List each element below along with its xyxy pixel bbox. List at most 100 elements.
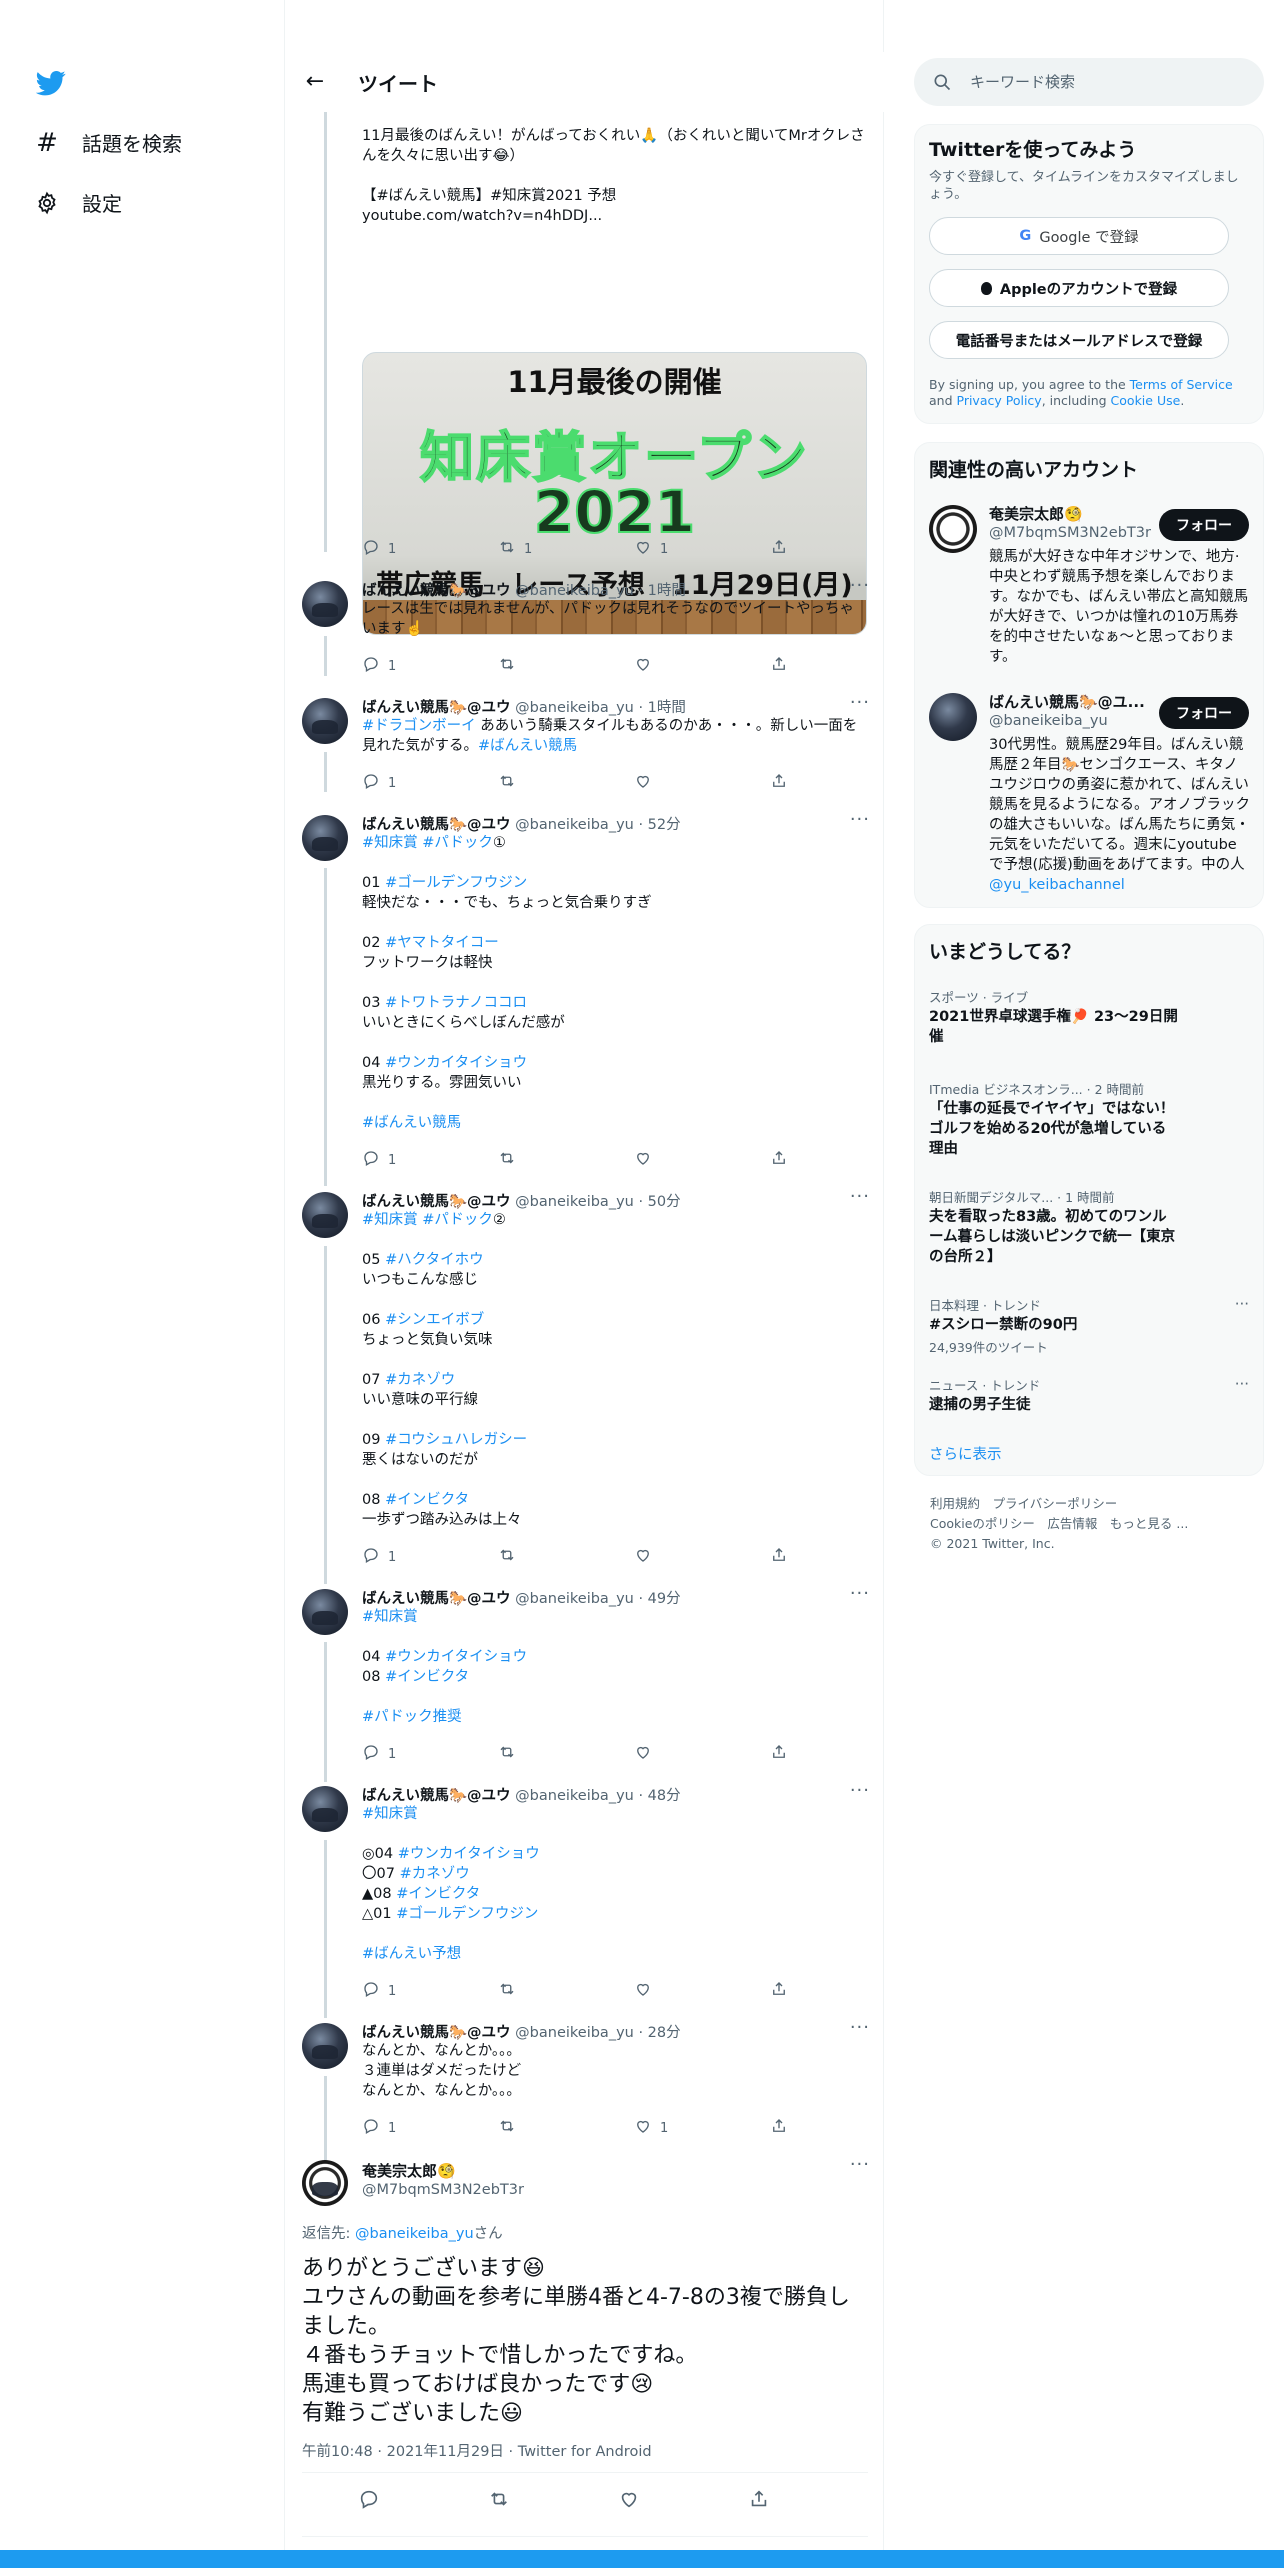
retweet-button[interactable] bbox=[498, 655, 524, 677]
cookie-link[interactable]: Cookie Use bbox=[1111, 393, 1181, 408]
privacy-link[interactable]: Privacy Policy bbox=[957, 393, 1042, 408]
share-button[interactable] bbox=[770, 1149, 788, 1171]
like-button[interactable] bbox=[634, 1546, 660, 1568]
reply-icon[interactable] bbox=[358, 2488, 380, 2514]
reply-button[interactable]: 1 bbox=[362, 1980, 396, 2002]
reply-button[interactable]: 1 bbox=[362, 1546, 396, 1568]
account-handle[interactable]: @M7bqmSM3N2ebT3r bbox=[989, 525, 1151, 541]
hashtag-link[interactable]: #ウンカイタイショウ bbox=[398, 1846, 540, 1862]
author-handle[interactable]: @baneikeiba_yu · 1時間 bbox=[515, 700, 686, 716]
share-button[interactable] bbox=[770, 655, 788, 677]
share-icon[interactable] bbox=[748, 2488, 770, 2514]
hashtag-link[interactable]: #ばんえい競馬 bbox=[478, 738, 577, 754]
hashtag-link[interactable]: #ハクタイホウ bbox=[385, 1252, 484, 1268]
author-handle[interactable]: @baneikeiba_yu · 50分 bbox=[515, 1194, 680, 1210]
retweet-icon[interactable] bbox=[488, 2488, 510, 2514]
reply-button[interactable]: 1 bbox=[362, 538, 396, 560]
hashtag-link[interactable]: #トワトラナノココロ bbox=[385, 995, 527, 1011]
author-name[interactable]: 奄美宗太郎🧐 bbox=[362, 2160, 456, 2181]
avatar[interactable] bbox=[302, 2023, 348, 2069]
hashtag-link[interactable]: #カネゾウ bbox=[385, 1372, 455, 1388]
tweet[interactable]: ばんえい競馬🐎@ユウ @baneikeiba_yu · 28分 ··· なんとか… bbox=[286, 2009, 884, 2146]
author-handle[interactable]: @baneikeiba_yu · 52分 bbox=[515, 817, 680, 833]
search-box[interactable] bbox=[914, 58, 1264, 106]
hashtag-link[interactable]: #知床賞 #パドック bbox=[362, 835, 493, 851]
share-button[interactable] bbox=[770, 1546, 788, 1568]
more-icon[interactable]: ··· bbox=[850, 2154, 870, 2175]
retweet-button[interactable] bbox=[498, 1546, 524, 1568]
author-name[interactable]: ばんえい競馬🐎@ユウ bbox=[362, 1591, 511, 1607]
hashtag-link[interactable]: #インビクタ bbox=[396, 1886, 480, 1902]
author-handle[interactable]: @baneikeiba_yu · 1時間 bbox=[515, 583, 686, 599]
hashtag-link[interactable]: #知床賞 #パドック bbox=[362, 1212, 493, 1228]
nav-explore[interactable]: # 話題を検索 bbox=[34, 128, 182, 158]
reply-button[interactable]: 1 bbox=[362, 772, 396, 794]
hashtag-link[interactable]: #ウンカイタイショウ bbox=[385, 1649, 527, 1665]
more-icon[interactable]: ··· bbox=[850, 1780, 870, 1801]
hashtag-link[interactable]: #ばんえい競馬 bbox=[362, 1115, 461, 1131]
account-handle[interactable]: @baneikeiba_yu bbox=[989, 713, 1108, 729]
hashtag-link[interactable]: #ばんえい予想 bbox=[362, 1946, 461, 1962]
back-arrow-icon[interactable]: ← bbox=[300, 66, 330, 96]
like-button[interactable] bbox=[634, 655, 660, 677]
hashtag-link[interactable]: #カネゾウ bbox=[400, 1866, 470, 1882]
hashtag-link[interactable]: #パドック推奨 bbox=[362, 1709, 462, 1725]
hashtag-link[interactable]: #ウンカイタイショウ bbox=[385, 1055, 527, 1071]
tweet[interactable]: ばんえい競馬🐎@ユウ @baneikeiba_yu · 1時間 ··· レースは… bbox=[286, 567, 884, 684]
tweet[interactable]: ばんえい競馬🐎@ユウ @baneikeiba_yu · 48分 ··· #知床賞… bbox=[286, 1772, 884, 2009]
bio-mention-link[interactable]: @yu_keibachannel bbox=[989, 877, 1125, 893]
google-signup-button[interactable]: G Google で登録 bbox=[929, 217, 1229, 255]
tweet[interactable]: ばんえい競馬🐎@ユウ @baneikeiba_yu · 49分 ··· #知床賞… bbox=[286, 1575, 884, 1772]
reply-to-link[interactable]: @baneikeiba_yu bbox=[355, 2226, 474, 2242]
retweet-button[interactable] bbox=[498, 772, 524, 794]
reply-button[interactable]: 1 bbox=[362, 2117, 396, 2139]
twitter-logo-icon[interactable] bbox=[36, 68, 66, 98]
reply-button[interactable]: 1 bbox=[362, 1743, 396, 1765]
follow-button[interactable]: フォロー bbox=[1159, 697, 1249, 729]
more-icon[interactable]: ··· bbox=[850, 1186, 870, 1207]
more-icon[interactable]: ··· bbox=[850, 1583, 870, 1604]
hashtag-link[interactable]: #知床賞 bbox=[362, 1806, 418, 1822]
tweet[interactable]: 11月最後のばんえい！がんばっておくれい🙏（おくれいと聞いてMrオクレさんを久々… bbox=[286, 112, 884, 635]
retweet-button[interactable] bbox=[498, 2117, 524, 2139]
like-icon[interactable] bbox=[618, 2488, 640, 2514]
author-handle[interactable]: @M7bqmSM3N2ebT3r bbox=[362, 2182, 524, 2198]
author-name[interactable]: ばんえい競馬🐎@ユウ bbox=[362, 1788, 511, 1804]
show-more-link[interactable]: さらに表示 bbox=[929, 1443, 1002, 1464]
author-name[interactable]: ばんえい競馬🐎@ユウ bbox=[362, 583, 511, 599]
reply-button[interactable]: 1 bbox=[362, 655, 396, 677]
more-icon[interactable]: ··· bbox=[850, 692, 870, 713]
retweet-button[interactable]: 1 bbox=[498, 538, 532, 560]
reply-button[interactable]: 1 bbox=[362, 1149, 396, 1171]
account-name[interactable]: ばんえい競馬🐎@ユ... bbox=[989, 691, 1145, 712]
terms-link[interactable]: Terms of Service bbox=[1130, 377, 1233, 392]
tweet[interactable]: ばんえい競馬🐎@ユウ @baneikeiba_yu · 50分 ··· #知床賞… bbox=[286, 1178, 884, 1575]
hashtag-link[interactable]: #インビクタ bbox=[385, 1492, 469, 1508]
hashtag-link[interactable]: #ヤマトタイコー bbox=[385, 935, 499, 951]
retweet-button[interactable] bbox=[498, 1980, 524, 2002]
author-name[interactable]: ばんえい競馬🐎@ユウ bbox=[362, 700, 511, 716]
like-button[interactable] bbox=[634, 772, 660, 794]
hashtag-link[interactable]: #ドラゴンボーイ bbox=[362, 718, 476, 734]
avatar[interactable] bbox=[929, 505, 977, 553]
share-button[interactable] bbox=[770, 2117, 788, 2139]
search-input[interactable] bbox=[970, 70, 1240, 94]
more-icon[interactable]: ··· bbox=[850, 575, 870, 596]
footer-line[interactable]: Cookieのポリシー 広告情報 もっと見る ... bbox=[930, 1514, 1250, 1534]
author-handle[interactable]: @baneikeiba_yu · 49分 bbox=[515, 1591, 680, 1607]
tweet[interactable]: ばんえい競馬🐎@ユウ @baneikeiba_yu · 52分 ··· #知床賞… bbox=[286, 801, 884, 1178]
footer-line[interactable]: 利用規約 プライバシーポリシー bbox=[930, 1494, 1250, 1514]
avatar[interactable] bbox=[302, 698, 348, 744]
avatar[interactable] bbox=[302, 1786, 348, 1832]
share-button[interactable] bbox=[770, 772, 788, 794]
author-name[interactable]: ばんえい競馬🐎@ユウ bbox=[362, 2025, 511, 2041]
more-icon[interactable]: ··· bbox=[850, 809, 870, 830]
avatar[interactable] bbox=[302, 581, 348, 627]
avatar[interactable] bbox=[302, 815, 348, 861]
share-button[interactable] bbox=[770, 1743, 788, 1765]
retweet-button[interactable] bbox=[498, 1743, 524, 1765]
phone-signup-button[interactable]: 電話番号またはメールアドレスで登録 bbox=[929, 321, 1229, 359]
apple-signup-button[interactable]: Appleのアカウントで登録 bbox=[929, 269, 1229, 307]
avatar[interactable] bbox=[929, 693, 977, 741]
author-handle[interactable]: @baneikeiba_yu · 28分 bbox=[515, 2025, 680, 2041]
